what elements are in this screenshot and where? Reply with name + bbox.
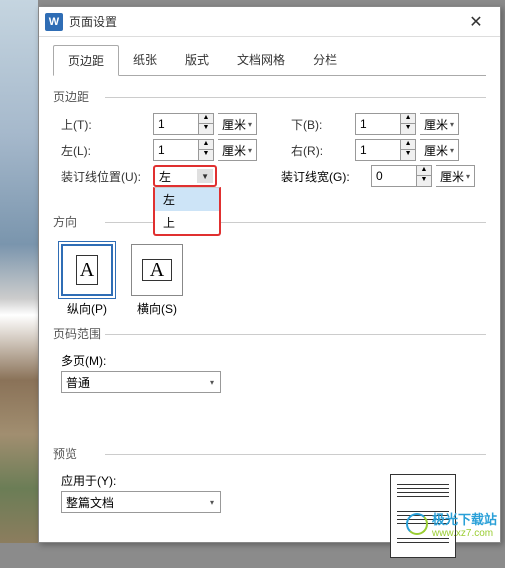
window-title: 页面设置 xyxy=(69,13,456,30)
spinner-gutter-width[interactable]: ▲▼ xyxy=(371,165,432,187)
combo-value: 左 xyxy=(159,168,171,185)
spin-down-icon[interactable]: ▼ xyxy=(417,176,431,186)
close-button[interactable]: ✕ xyxy=(456,8,496,36)
landscape-icon: A xyxy=(142,259,172,281)
section-page-range: 页码范围 xyxy=(53,325,486,342)
unit-left[interactable]: 厘米 xyxy=(218,139,257,161)
portrait-icon: A xyxy=(76,255,98,285)
spin-down-icon[interactable]: ▼ xyxy=(199,124,213,134)
label-left: 左(L): xyxy=(61,142,149,159)
combo-value: 整篇文档 xyxy=(66,494,114,511)
spinner-top[interactable]: ▲▼ xyxy=(153,113,214,135)
row-gutter: 装订线位置(U): 左 ▼ 左 上 装订线宽(G): ▲▼ 厘米 xyxy=(61,165,486,187)
input-right[interactable] xyxy=(355,139,401,161)
watermark-title: 极光下载站 xyxy=(432,509,497,528)
spin-buttons[interactable]: ▲▼ xyxy=(199,139,214,161)
multi-label: 多页(M): xyxy=(53,350,486,369)
tab-paper[interactable]: 纸张 xyxy=(119,45,171,75)
portrait-label: 纵向(P) xyxy=(61,300,113,317)
spin-buttons[interactable]: ▲▼ xyxy=(417,165,432,187)
spin-up-icon[interactable]: ▲ xyxy=(199,114,213,124)
option-left[interactable]: 左 xyxy=(155,188,219,211)
input-gutter-width[interactable] xyxy=(371,165,417,187)
page-setup-dialog: W 页面设置 ✕ 页边距 纸张 版式 文档网格 分栏 页边距 上(T): ▲▼ … xyxy=(38,6,501,543)
tab-margins[interactable]: 页边距 xyxy=(53,45,119,76)
tab-grid[interactable]: 文档网格 xyxy=(223,45,299,75)
input-left[interactable] xyxy=(153,139,199,161)
spin-buttons[interactable]: ▲▼ xyxy=(401,113,416,135)
label-gutter-pos: 装订线位置(U): xyxy=(61,168,149,185)
tab-strip: 页边距 纸张 版式 文档网格 分栏 xyxy=(53,45,486,76)
spin-buttons[interactable]: ▲▼ xyxy=(401,139,416,161)
chevron-down-icon: ▼ xyxy=(201,172,209,181)
input-bottom[interactable] xyxy=(355,113,401,135)
label-gutter-width: 装订线宽(G): xyxy=(281,168,367,185)
label-right: 右(R): xyxy=(291,142,351,159)
spin-up-icon[interactable]: ▲ xyxy=(199,140,213,150)
unit-right[interactable]: 厘米 xyxy=(420,139,459,161)
row-left-right: 左(L): ▲▼ 厘米 右(R): ▲▼ 厘米 xyxy=(61,139,486,161)
spin-up-icon[interactable]: ▲ xyxy=(401,114,415,124)
orientation-landscape[interactable]: A 横向(S) xyxy=(131,244,183,317)
input-top[interactable] xyxy=(153,113,199,135)
section-orientation: 方向 xyxy=(53,213,486,230)
spin-down-icon[interactable]: ▼ xyxy=(401,124,415,134)
combo-value: 普通 xyxy=(66,374,90,391)
app-icon: W xyxy=(45,13,63,31)
spinner-right[interactable]: ▲▼ xyxy=(355,139,416,161)
watermark-icon xyxy=(406,513,428,535)
combo-gutter-pos[interactable]: 左 ▼ 左 上 xyxy=(153,165,217,187)
gutter-pos-dropdown: 左 上 xyxy=(153,187,221,236)
orientation-row: A 纵向(P) A 横向(S) xyxy=(53,238,486,319)
spin-down-icon[interactable]: ▼ xyxy=(401,150,415,160)
spin-up-icon[interactable]: ▲ xyxy=(417,166,431,176)
landscape-label: 横向(S) xyxy=(131,300,183,317)
spinner-left[interactable]: ▲▼ xyxy=(153,139,214,161)
spin-down-icon[interactable]: ▼ xyxy=(199,150,213,160)
watermark: 极光下载站 www.xz7.com xyxy=(406,509,497,539)
row-top-bottom: 上(T): ▲▼ 厘米 下(B): ▲▼ 厘米 xyxy=(61,113,486,135)
watermark-url: www.xz7.com xyxy=(432,528,497,539)
combo-apply-to[interactable]: 整篇文档 xyxy=(61,491,221,513)
unit-gutter-width[interactable]: 厘米 xyxy=(436,165,475,187)
tab-layout[interactable]: 版式 xyxy=(171,45,223,75)
section-margins: 页边距 xyxy=(53,88,486,105)
background-strip xyxy=(0,0,38,543)
titlebar: W 页面设置 ✕ xyxy=(39,7,500,37)
section-preview: 预览 xyxy=(53,445,486,462)
orientation-portrait[interactable]: A 纵向(P) xyxy=(61,244,113,317)
option-top[interactable]: 上 xyxy=(155,211,219,234)
dialog-body: 页边距 纸张 版式 文档网格 分栏 页边距 上(T): ▲▼ 厘米 下(B): … xyxy=(39,37,500,568)
unit-top[interactable]: 厘米 xyxy=(218,113,257,135)
spin-buttons[interactable]: ▲▼ xyxy=(199,113,214,135)
tab-columns[interactable]: 分栏 xyxy=(299,45,351,75)
unit-bottom[interactable]: 厘米 xyxy=(420,113,459,135)
label-bottom: 下(B): xyxy=(291,116,351,133)
spin-up-icon[interactable]: ▲ xyxy=(401,140,415,150)
spinner-bottom[interactable]: ▲▼ xyxy=(355,113,416,135)
label-top: 上(T): xyxy=(61,116,149,133)
combo-multi-page[interactable]: 普通 xyxy=(61,371,221,393)
